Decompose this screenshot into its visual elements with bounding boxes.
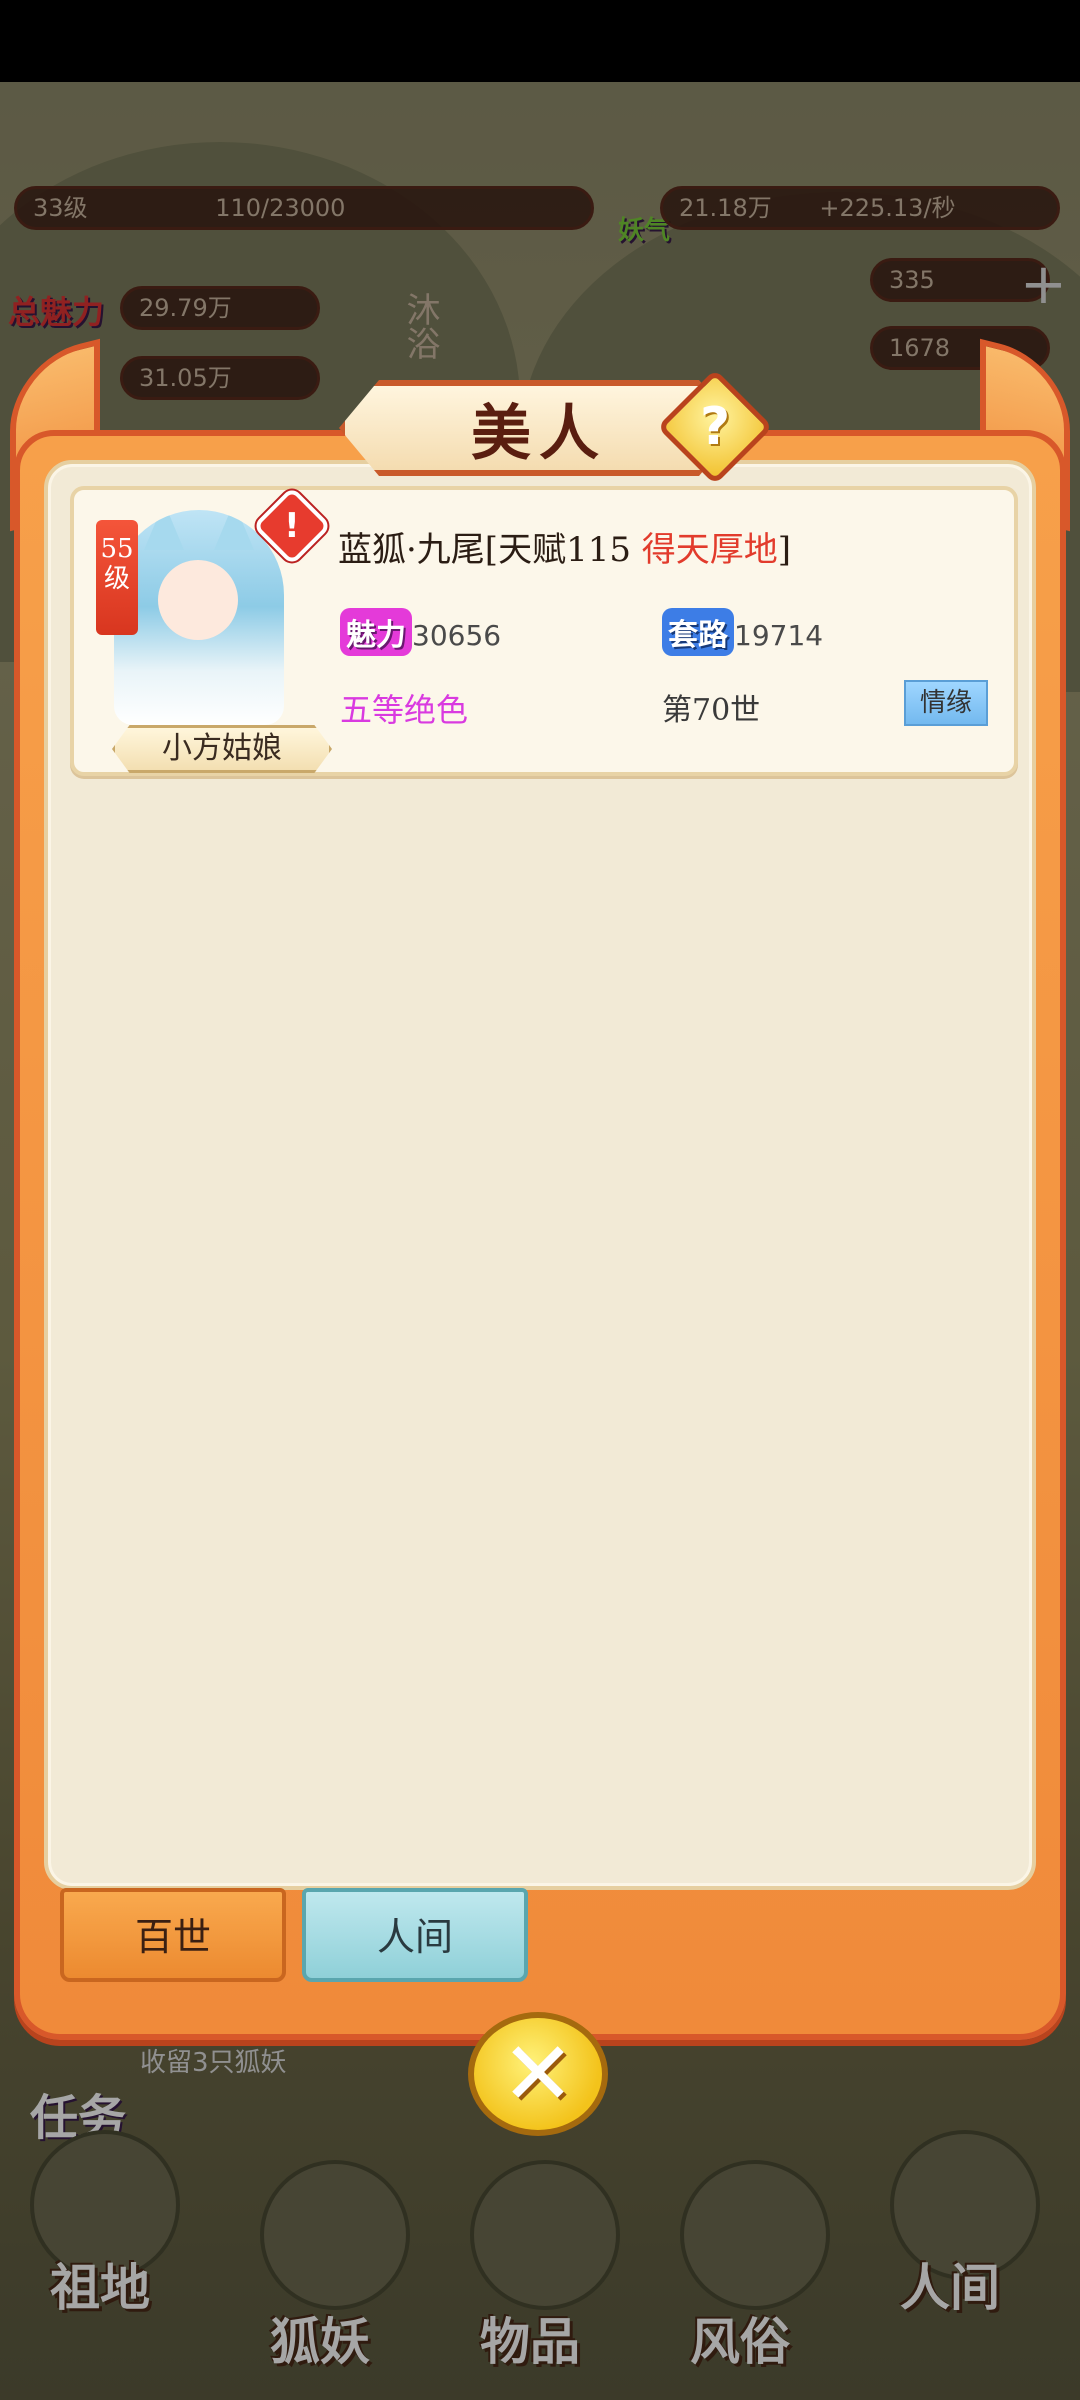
nav-wupin[interactable]: 物品 xyxy=(480,2302,580,2374)
add-icon[interactable]: + xyxy=(1020,252,1067,317)
beauty-life: 第70世 xyxy=(662,693,761,728)
affinity-button[interactable]: 情缘 xyxy=(904,680,988,726)
route-value: 19714 xyxy=(734,619,824,652)
fairy-qi-rate: +225.13/秒 xyxy=(819,194,956,222)
nav-circle xyxy=(30,2130,180,2280)
item1-value: 335 xyxy=(870,258,1050,302)
nav-renjian[interactable]: 人间 xyxy=(900,2248,1000,2320)
beauty-grade: 五等绝色 xyxy=(340,691,469,729)
level-badge: 55 级 xyxy=(96,520,138,635)
question-icon: ? xyxy=(699,396,731,457)
nav-circle xyxy=(470,2160,620,2310)
quest-label[interactable]: 任务 xyxy=(30,2078,126,2148)
quest-desc: 收留3只狐妖 xyxy=(140,2048,287,2078)
nav-circle xyxy=(260,2160,410,2310)
fox-girl-avatar xyxy=(114,510,284,725)
nav-huyao[interactable]: 狐妖 xyxy=(270,2302,370,2374)
avatar-face xyxy=(158,560,238,640)
beauty-title: 蓝狐·九尾[天赋115 得天厚地] xyxy=(338,522,791,571)
modal-panel: 55 级 小方姑娘 ! 蓝狐·九尾[天赋115 得天厚地] 魅力 30656 套路… xyxy=(44,460,1036,1890)
beauty-card[interactable]: 55 级 小方姑娘 ! 蓝狐·九尾[天赋115 得天厚地] 魅力 30656 套路… xyxy=(70,486,1018,776)
level-unit: 级 xyxy=(103,564,130,594)
fairy-qi-label: 妖气 xyxy=(618,216,671,246)
tab-baishi[interactable]: 百世 xyxy=(60,1888,286,1982)
nav-zudi[interactable]: 祖地 xyxy=(50,2248,150,2320)
exp-text: 110/23000 xyxy=(215,194,346,222)
status-bar xyxy=(0,0,1080,82)
nav-circle xyxy=(680,2160,830,2310)
close-button[interactable]: ✕ xyxy=(468,2012,608,2136)
charm-label: 魅力 xyxy=(340,608,412,656)
beauty-species: 蓝狐·九尾[天赋115 xyxy=(338,530,642,570)
fairy-qi-value: 21.18万 xyxy=(679,194,772,222)
fairy-qi-bar: 21.18万 +225.13/秒 xyxy=(660,186,1060,230)
tab-renjian[interactable]: 人间 xyxy=(302,1888,528,1982)
charm-value: 30656 xyxy=(412,619,502,652)
fox-ear xyxy=(144,510,184,550)
beauty-talent: 得天厚地 xyxy=(641,530,778,570)
beauty-name: 小方姑娘 xyxy=(112,725,332,773)
close-icon: ✕ xyxy=(501,2022,575,2125)
exp-bar: 33级 110/23000 xyxy=(14,186,594,230)
route-label: 套路 xyxy=(662,608,734,656)
player-level: 33级 xyxy=(33,194,88,222)
nav-fengsu[interactable]: 风俗 xyxy=(690,2302,790,2374)
level-number: 55 xyxy=(100,534,134,564)
charm-stat: 魅力 30656 xyxy=(340,608,501,656)
beauty-modal: 55 级 小方姑娘 ! 蓝狐·九尾[天赋115 得天厚地] 魅力 30656 套路… xyxy=(10,338,1070,2040)
modal-title: 美人 xyxy=(471,398,607,469)
total-charm-value: 29.79万 xyxy=(120,286,320,330)
nav-circle xyxy=(890,2130,1040,2280)
title-bracket: ] xyxy=(777,530,792,570)
total-charm-label: 总魅力 xyxy=(8,293,105,331)
route-stat: 套路 19714 xyxy=(662,608,823,656)
fox-ear xyxy=(214,510,254,550)
